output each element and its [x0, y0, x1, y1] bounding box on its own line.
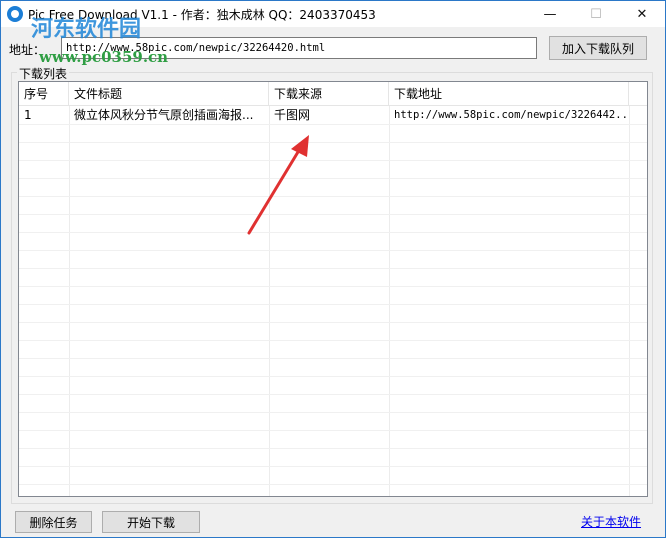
list-header: 序号 文件标题 下载来源 下载地址 — [19, 82, 647, 106]
app-window: Pic Free Download V1.1 - 作者：独木成林 QQ：2403… — [0, 0, 666, 538]
column-header-source[interactable]: 下载来源 — [269, 82, 389, 106]
download-list-view[interactable]: 序号 文件标题 下载来源 下载地址 1 微立体风秋分节气原创插画海报... 千图… — [18, 81, 648, 497]
column-header-index[interactable]: 序号 — [19, 82, 69, 106]
table-row[interactable]: 1 微立体风秋分节气原创插画海报... 千图网 http://www.58pic… — [19, 106, 647, 124]
row-title: 微立体风秋分节气原创插画海报... — [74, 108, 254, 122]
download-list-legend: 下载列表 — [17, 65, 70, 82]
about-software-link[interactable]: 关于本软件 — [581, 513, 641, 530]
column-header-url[interactable]: 下载地址 — [389, 82, 629, 106]
row-source: 千图网 — [274, 108, 311, 122]
delete-task-button[interactable]: 删除任务 — [15, 511, 92, 533]
address-label: 地址： — [9, 43, 46, 57]
row-url: http://www.58pic.com/newpic/3226442... — [394, 109, 629, 121]
title-bar[interactable]: Pic Free Download V1.1 - 作者：独木成林 QQ：2403… — [1, 1, 665, 27]
row-index: 1 — [24, 108, 32, 122]
add-to-queue-button[interactable]: 加入下载队列 — [549, 36, 647, 60]
app-logo-icon — [7, 6, 23, 22]
maximize-button[interactable]: ☐ — [573, 1, 619, 27]
minimize-button[interactable]: — — [527, 1, 573, 27]
address-input[interactable] — [61, 37, 537, 59]
start-download-button[interactable]: 开始下载 — [102, 511, 200, 533]
window-title: Pic Free Download V1.1 - 作者：独木成林 QQ：2403… — [28, 8, 376, 22]
column-header-title[interactable]: 文件标题 — [69, 82, 269, 106]
close-button[interactable]: ✕ — [619, 1, 665, 27]
